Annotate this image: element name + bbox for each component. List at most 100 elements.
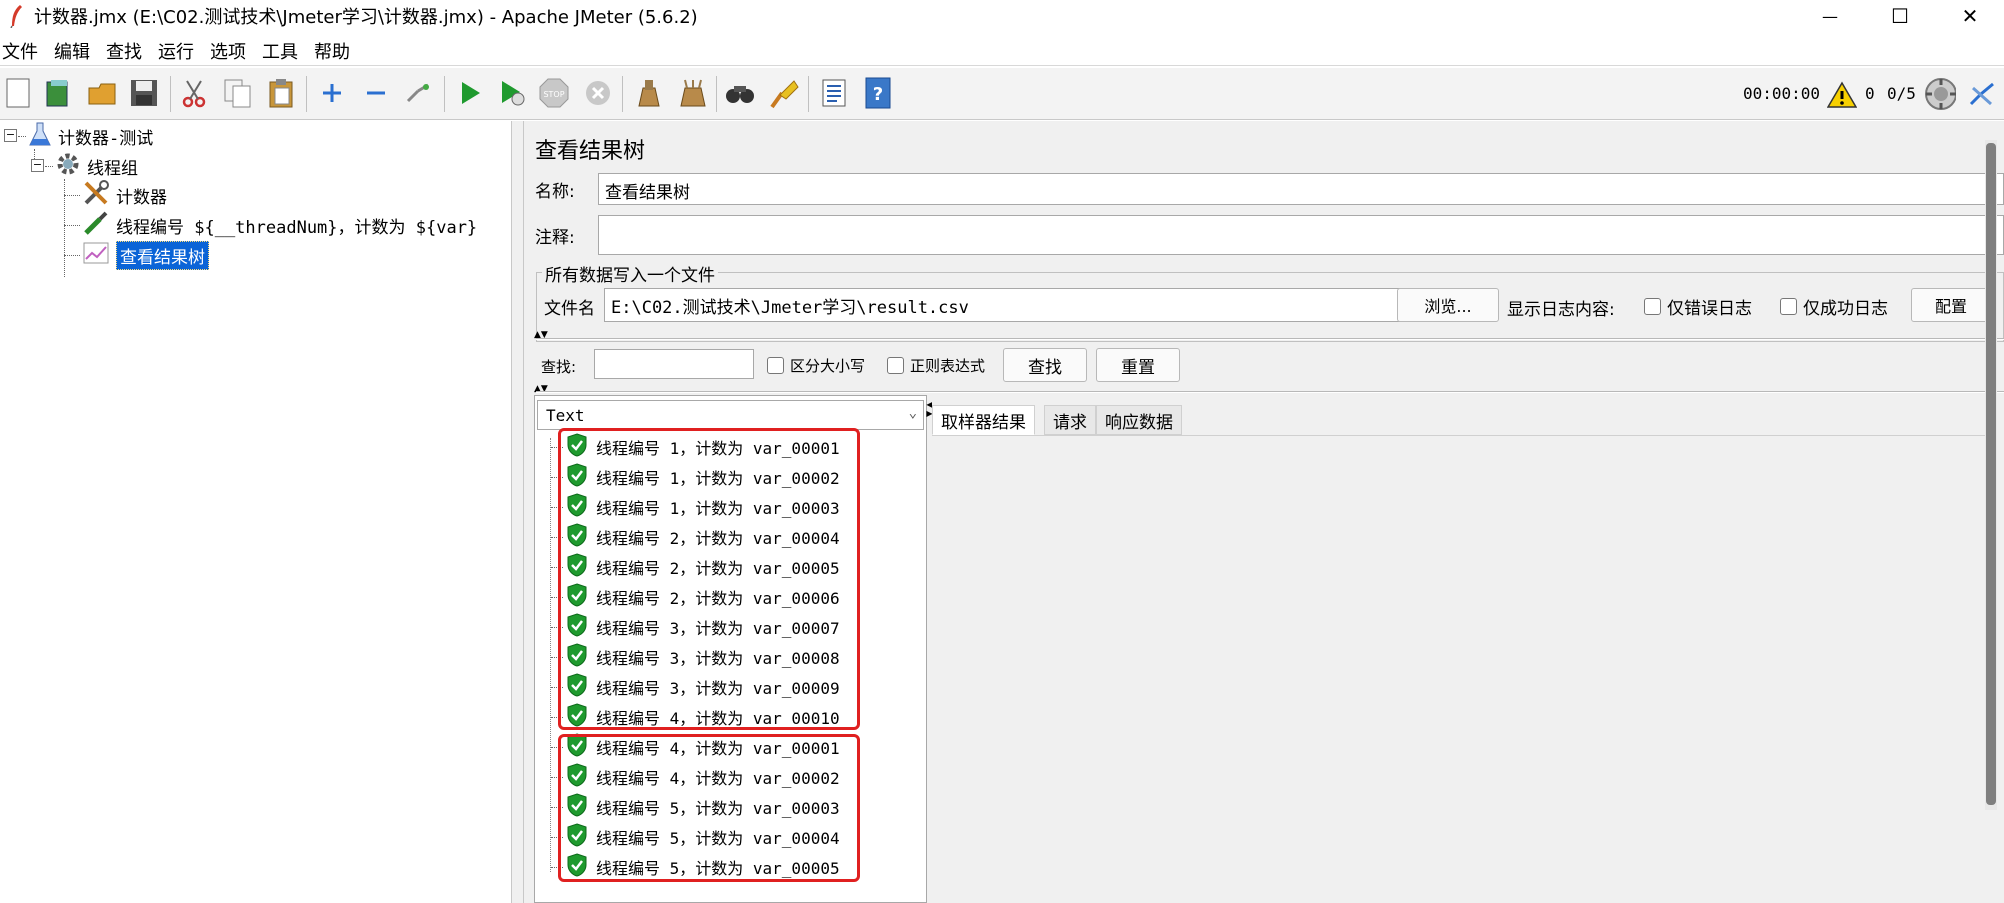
svg-text:STOP: STOP [543, 90, 564, 99]
toolbar: STOP ? 00:00:00 0 0/5 [0, 68, 2004, 120]
pipette-icon [82, 209, 110, 242]
divider [536, 338, 2004, 340]
divider [536, 391, 2004, 393]
expand-icon[interactable] [316, 76, 348, 110]
start-no-timers-icon[interactable] [496, 76, 528, 110]
templates-icon[interactable] [42, 76, 74, 110]
reset-button[interactable]: 重置 [1096, 348, 1180, 382]
clear-icon[interactable] [632, 76, 664, 110]
comment-field[interactable] [598, 215, 2004, 255]
log-viewer-icon[interactable] [1966, 78, 1998, 112]
svg-text:?: ? [873, 84, 883, 105]
error-count: 0 [1865, 84, 1875, 103]
highlight-box-first [558, 428, 860, 730]
paste-icon[interactable] [266, 76, 298, 110]
cut-icon[interactable] [178, 76, 210, 110]
start-icon[interactable] [454, 76, 486, 110]
stop-icon[interactable]: STOP [538, 76, 570, 110]
counter-label: 计数器 [116, 187, 167, 208]
search-label: 查找: [541, 358, 577, 376]
maximize-button[interactable]: ☐ [1870, 0, 1930, 32]
reset-search-icon[interactable] [768, 76, 800, 110]
tab-request[interactable]: 请求 [1044, 405, 1096, 435]
errors-only-checkbox[interactable]: 仅错误日志 [1644, 294, 1752, 319]
case-sensitive-label: 区分大小写 [790, 357, 866, 375]
search-icon[interactable] [724, 76, 756, 110]
success-only-label: 仅成功日志 [1803, 299, 1888, 319]
close-button[interactable]: ✕ [1940, 0, 2000, 32]
tab-sampler-result[interactable]: 取样器结果 [932, 405, 1035, 435]
warning-icon[interactable] [1826, 78, 1858, 112]
save-icon[interactable] [128, 76, 160, 110]
test-plan-label: 计数器-测试 [58, 128, 154, 149]
tab-response-data[interactable]: 响应数据 [1096, 405, 1182, 435]
sample-detail-panel [932, 395, 1986, 903]
name-field[interactable]: 查看结果树 [598, 173, 2004, 205]
menu-run[interactable]: 运行 [158, 38, 210, 64]
renderer-select[interactable]: Text ⌄ [537, 400, 924, 430]
close-icon: ✕ [1961, 4, 1979, 28]
menu-bar: 文件 编辑 查找 运行 选项 工具 帮助 [0, 36, 2004, 66]
case-sensitive-checkbox[interactable]: 区分大小写 [767, 355, 865, 376]
test-plan-icon [28, 121, 52, 152]
pane-splitter[interactable] [512, 121, 524, 903]
title-bar: 计数器.jmx (E:\C02.测试技术\Jmeter学习\计数器.jmx) -… [0, 0, 2004, 32]
tree-node-thread-group[interactable]: 线程组 [55, 152, 138, 180]
tools-icon [82, 179, 110, 212]
active-threads: 0/5 [1887, 84, 1916, 103]
test-plan-tree: − 计数器-测试 − 线程组 计数器 线程编号 ${__threadNum}，计… [0, 121, 512, 903]
toggle-icon[interactable] [402, 76, 434, 110]
log-content-label: 显示日志内容: [1507, 300, 1615, 320]
tree-node-view-results-tree[interactable]: 查看结果树 [82, 239, 209, 272]
search-input[interactable] [594, 349, 754, 379]
collapse-icon[interactable] [360, 76, 392, 110]
function-helper-icon[interactable] [818, 76, 850, 110]
window-title: 计数器.jmx (E:\C02.测试技术\Jmeter学习\计数器.jmx) -… [34, 7, 698, 28]
tree-node-counter[interactable]: 计数器 [82, 179, 167, 212]
tree-node-test-plan[interactable]: 计数器-测试 [28, 122, 153, 150]
renderer-value: Text [546, 406, 585, 425]
help-icon[interactable]: ? [862, 76, 894, 110]
elapsed-time: 00:00:00 [1743, 84, 1821, 103]
comment-label: 注释: [535, 228, 575, 248]
menu-edit[interactable]: 编辑 [54, 38, 106, 64]
name-label: 名称: [535, 182, 575, 202]
menu-help[interactable]: 帮助 [314, 38, 366, 64]
clear-all-icon[interactable] [676, 76, 708, 110]
jmeter-feather-icon [8, 4, 24, 32]
menu-options[interactable]: 选项 [210, 38, 262, 64]
highlight-box-second [558, 734, 860, 882]
success-only-checkbox[interactable]: 仅成功日志 [1780, 294, 1888, 319]
regex-checkbox[interactable]: 正则表达式 [887, 355, 985, 376]
chevron-down-icon: ⌄ [908, 405, 917, 421]
graph-icon [82, 239, 110, 272]
file-name-field[interactable]: E:\C02.测试技术\Jmeter学习\result.csv [604, 288, 1410, 322]
configure-button[interactable]: 配置 [1911, 288, 1991, 322]
shutdown-icon[interactable] [582, 76, 614, 110]
open-icon[interactable] [86, 76, 118, 110]
minimize-button[interactable]: — [1800, 0, 1860, 32]
new-icon[interactable] [2, 76, 34, 110]
browse-button[interactable]: 浏览... [1397, 288, 1499, 322]
remote-status-icon[interactable] [1924, 77, 1956, 111]
menu-tools[interactable]: 工具 [262, 38, 314, 64]
checkbox-box [887, 357, 904, 374]
tab-underline [932, 435, 1986, 436]
collapse-root-toggle[interactable]: − [4, 129, 17, 142]
gear-icon [55, 151, 81, 182]
panel-title: 查看结果树 [535, 139, 646, 164]
find-button[interactable]: 查找 [1003, 348, 1087, 382]
checkbox-box [1780, 298, 1797, 315]
collapse-thread-group-toggle[interactable]: − [31, 159, 44, 172]
checkbox-box [1644, 298, 1661, 315]
menu-file[interactable]: 文件 [2, 38, 54, 64]
copy-icon[interactable] [222, 76, 254, 110]
thread-group-label: 线程组 [87, 158, 138, 179]
scrollbar-thumb[interactable] [1986, 143, 1996, 805]
minimize-icon: — [1822, 6, 1838, 26]
checkbox-box [767, 357, 784, 374]
view-results-tree-label: 查看结果树 [116, 240, 209, 270]
menu-search[interactable]: 查找 [106, 38, 158, 64]
tree-node-sampler[interactable]: 线程编号 ${__threadNum}，计数为 ${var} [82, 211, 477, 239]
vertical-scrollbar[interactable] [1985, 140, 1997, 810]
